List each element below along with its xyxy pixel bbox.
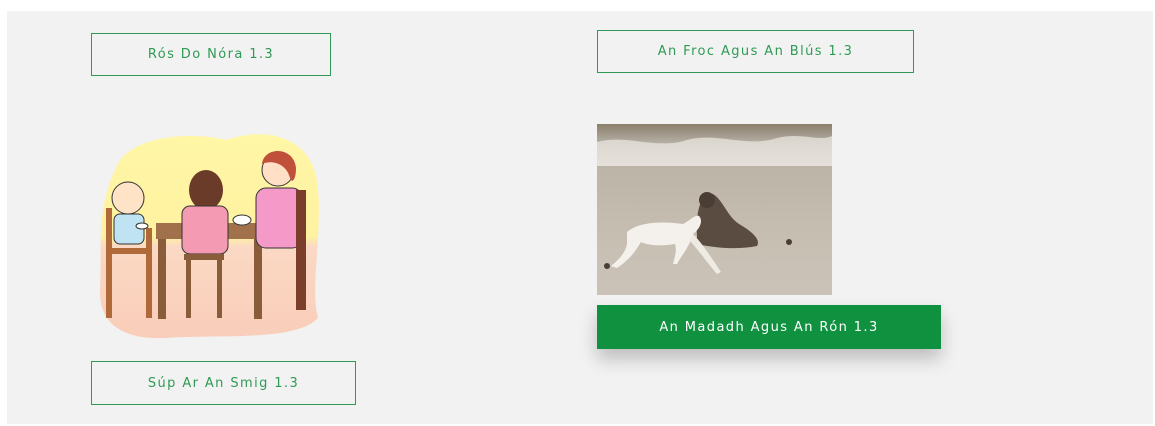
ros-do-nora-button[interactable]: Rós Do Nóra 1.3 <box>91 33 331 76</box>
family-meal-image <box>99 134 319 339</box>
family-meal-illustration[interactable] <box>96 128 322 340</box>
dog-and-seal-image <box>597 124 832 295</box>
froc-agus-blus-button[interactable]: An Froc Agus An Blús 1.3 <box>597 30 914 73</box>
madadh-agus-ron-button[interactable]: An Madadh Agus An Rón 1.3 <box>597 305 941 349</box>
sup-ar-an-smig-button[interactable]: Súp Ar An Smig 1.3 <box>91 361 356 405</box>
dog-and-seal-photo[interactable] <box>597 124 832 295</box>
